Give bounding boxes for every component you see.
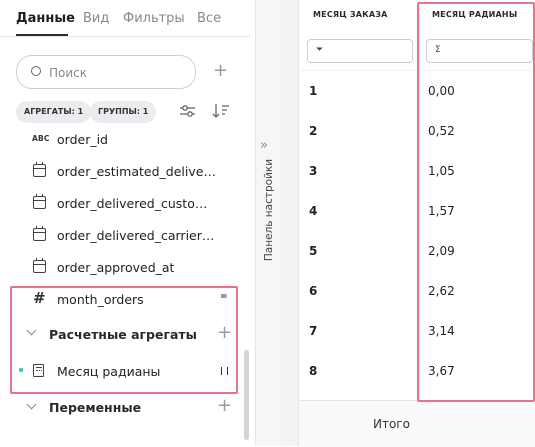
tab-data[interactable]: Данные — [16, 11, 75, 26]
search-field[interactable] — [16, 55, 196, 89]
selected-indicator — [19, 368, 23, 372]
table-cell-radians: 1,05 — [428, 164, 455, 178]
calculator-icon — [33, 364, 44, 377]
drag-handle-icon[interactable]: = — [220, 292, 227, 302]
settings-panel-collapsed[interactable]: » Панель настройки — [255, 0, 283, 446]
tab-filters[interactable]: Фильтры — [123, 11, 185, 26]
number-hash-icon: # — [33, 289, 46, 307]
calendar-icon — [33, 193, 46, 209]
tab-all[interactable]: Все — [197, 11, 221, 26]
table-cell-month: 8 — [309, 364, 318, 378]
field-label: Месяц радианы — [57, 364, 161, 379]
scrollbar-thumb[interactable] — [244, 350, 249, 440]
table-cell-month: 6 — [309, 284, 318, 298]
column-header-month-radians[interactable]: МЕСЯЦ РАДИАНЫ — [432, 10, 517, 19]
settings-sliders-icon[interactable] — [179, 104, 196, 118]
aggregates-chip[interactable]: АГРЕГАТЫ: 1 — [16, 101, 92, 123]
table-cell-month: 4 — [309, 204, 318, 218]
column-filter-order-month[interactable]: ⏷ — [307, 39, 413, 63]
field-label: order_id — [57, 132, 108, 147]
groups-chip[interactable]: ГРУППЫ: 1 — [90, 101, 157, 123]
canvas-gap — [281, 0, 298, 446]
search-input[interactable] — [47, 62, 191, 84]
field-label: order_approved_at — [57, 260, 175, 275]
table-cell-month: 3 — [309, 164, 318, 178]
table-header-row: МЕСЯЦ ЗАКАЗА МЕСЯЦ РАДИАНЫ — [299, 0, 535, 32]
table-cell-radians: 0,00 — [428, 84, 455, 98]
table-cell-month: 5 — [309, 244, 318, 258]
field-label: month_orders — [57, 292, 144, 307]
calendar-icon — [33, 225, 46, 241]
add-field-plus-icon[interactable]: + — [213, 62, 228, 80]
column-divider — [419, 0, 420, 446]
table-cell-radians: 1,57 — [428, 204, 455, 218]
field-label: order_delivered_customer_date — [57, 196, 217, 211]
column-filter-month-radians[interactable]: Σ — [426, 39, 533, 63]
result-table: МЕСЯЦ ЗАКАЗА МЕСЯЦ РАДИАНЫ ⏷ Σ 1 0,00 2 … — [298, 0, 535, 447]
search-icon — [31, 66, 41, 76]
filter-icon: ⏷ — [316, 45, 324, 55]
totals-label: Итого — [373, 417, 410, 431]
tab-view[interactable]: Вид — [83, 11, 109, 26]
calendar-icon — [33, 161, 46, 177]
add-variable-plus-icon[interactable]: + — [217, 397, 232, 415]
row-divider — [299, 70, 535, 71]
chevron-down-icon[interactable] — [26, 325, 37, 336]
settings-panel-label: Панель настройки — [263, 158, 275, 262]
column-header-order-month[interactable]: МЕСЯЦ ЗАКАЗА — [313, 10, 388, 19]
field-label: order_estimated_delivery_date — [57, 164, 217, 179]
table-cell-radians: 0,52 — [428, 124, 455, 138]
table-cell-month: 1 — [309, 84, 318, 98]
table-cell-radians: 2,62 — [428, 284, 455, 298]
abc-icon: ABC — [32, 134, 50, 143]
field-label: order_delivered_carrier_date — [57, 228, 217, 243]
section-variables[interactable]: Переменные — [49, 400, 141, 415]
totals-row: Итого — [299, 400, 535, 447]
expand-chevron-icon[interactable]: » — [260, 138, 268, 153]
item-handle-icon[interactable] — [221, 367, 228, 375]
data-panel: Данные Вид Фильтры Все + АГРЕГАТЫ: 1 ГРУ… — [0, 0, 255, 446]
add-calculated-plus-icon[interactable]: + — [217, 324, 232, 342]
chevron-down-icon[interactable] — [26, 399, 37, 410]
calendar-icon — [33, 257, 46, 273]
section-calculated-aggregates[interactable]: Расчетные агрегаты — [49, 327, 197, 342]
tabs-divider — [0, 36, 250, 37]
table-cell-radians: 3,67 — [428, 364, 455, 378]
table-cell-month: 2 — [309, 124, 318, 138]
table-cell-radians: 3,14 — [428, 324, 455, 338]
table-cell-radians: 2,09 — [428, 244, 455, 258]
table-cell-month: 7 — [309, 324, 318, 338]
sigma-icon: Σ — [435, 45, 441, 55]
sort-icon[interactable] — [212, 103, 230, 119]
